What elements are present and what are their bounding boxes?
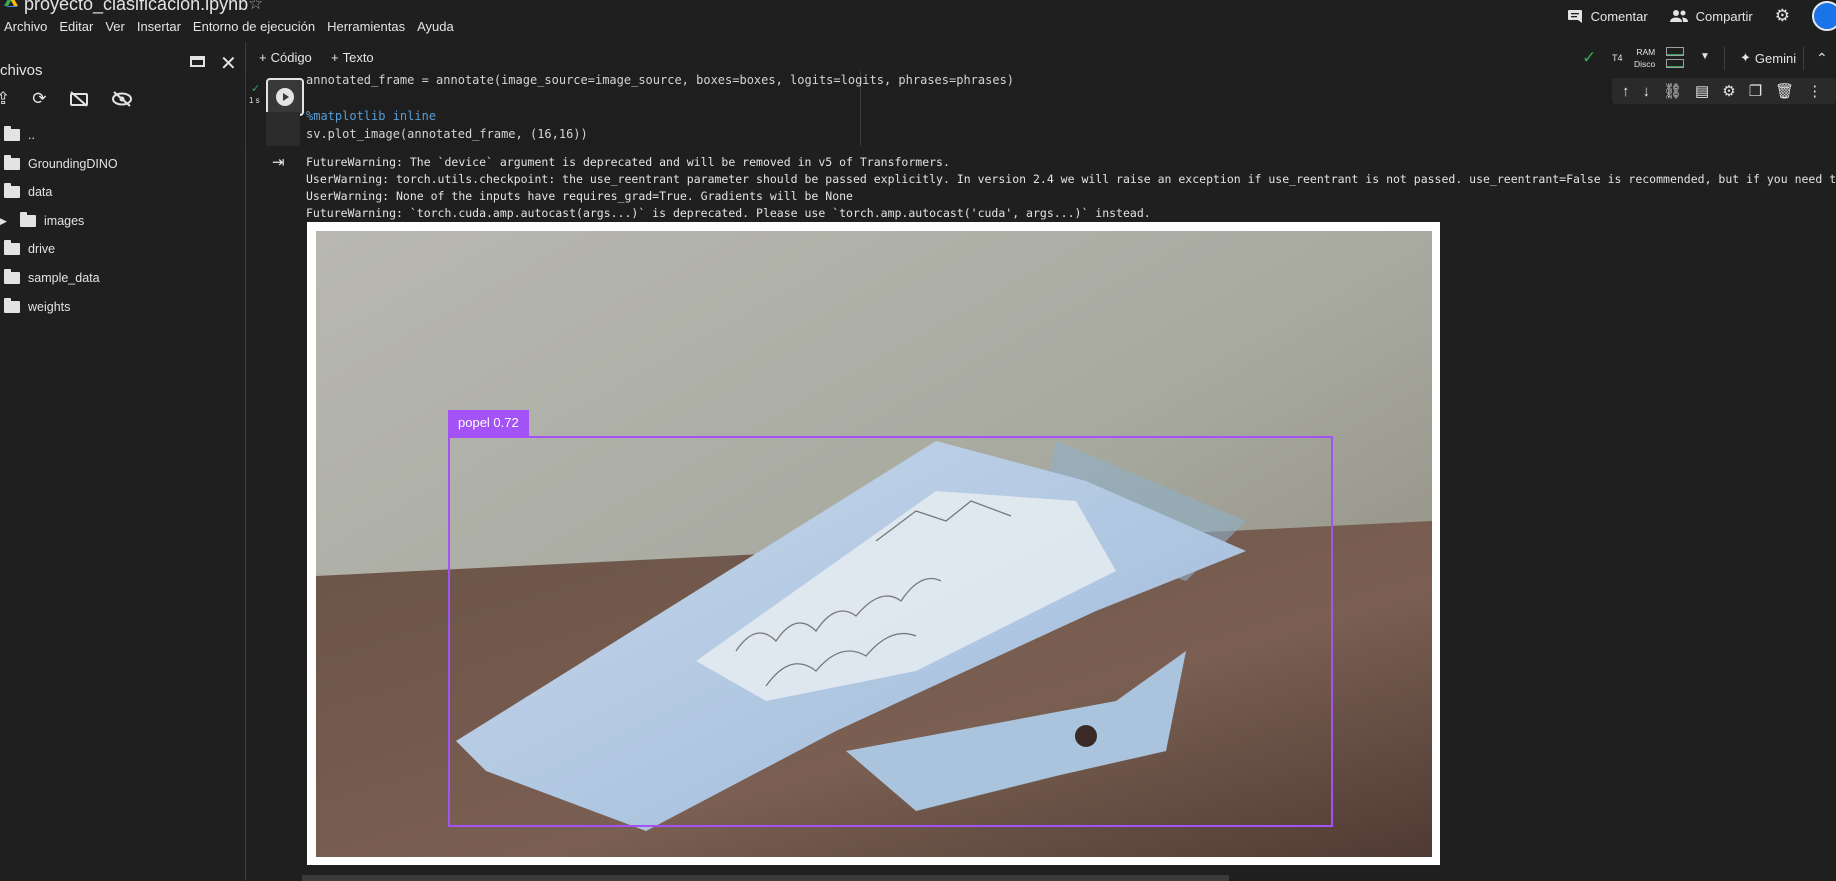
menu-ayuda[interactable]: Ayuda [417,19,454,34]
sidebar-toolbar: ⇪ ⟳ [0,89,133,109]
comment-icon[interactable]: ▤ [1695,82,1709,100]
eye-off-icon[interactable] [111,91,133,107]
tree-item-drive[interactable]: drive [4,238,55,260]
settings-button[interactable]: ⚙ [1775,6,1790,26]
folder-icon [4,240,20,255]
header-actions: Comentar Compartir ⚙ [1567,1,1836,31]
new-window-icon[interactable] [190,56,205,67]
disk-label: Disco [1634,59,1656,69]
tree-item-data[interactable]: data [4,181,52,203]
chevron-down-icon[interactable]: ▼ [1700,51,1710,62]
ram-bar [1666,47,1684,56]
refresh-icon[interactable]: ⟳ [32,89,46,109]
add-code-label: Código [270,50,312,65]
menu-entorno[interactable]: Entorno de ejecución [193,19,315,34]
folder-icon [20,212,36,227]
mirror-cell-icon[interactable]: ❐ [1749,82,1762,100]
plus-icon: + [331,50,339,65]
gemini-button[interactable]: ✦ Gemini [1740,50,1796,66]
divider [1803,46,1804,70]
resource-monitor[interactable]: RAM Disco [1634,46,1655,70]
play-icon [276,88,294,106]
hide-drive-icon[interactable] [69,91,89,107]
tree-item-groundingdino[interactable]: GroundingDINO [4,153,118,175]
notebook-title[interactable]: proyecto_clasificacion.ipynb [24,0,248,15]
gear-icon: ⚙ [1774,6,1790,25]
menu-ver[interactable]: Ver [105,19,125,34]
output-line: UserWarning: torch.utils.checkpoint: the… [306,172,1836,186]
delete-icon[interactable]: 🗑 [1775,82,1794,100]
comment-icon [1567,10,1582,23]
more-vert-icon[interactable]: ⋮ [1807,82,1822,100]
folder-icon [4,183,20,198]
code-editor[interactable]: annotated_frame = annotate(image_source=… [306,71,1015,146]
horizontal-scrollbar[interactable] [302,875,1229,881]
share-label: Compartir [1695,8,1753,24]
code-line: sv.plot_image(annotated_frame, (16,16)) [306,127,588,141]
tree-item-label: GroundingDINO [28,157,118,171]
add-text-button[interactable]: + Texto [331,50,374,65]
avatar[interactable] [1812,1,1836,31]
gemini-label: Gemini [1754,50,1797,66]
run-cell-button[interactable] [266,78,304,116]
add-code-button[interactable]: + Código [259,50,312,65]
sparkle-icon: ✦ [1740,50,1751,65]
runtime-type[interactable]: T4 [1612,53,1623,63]
tree-item-label: sample_data [28,271,100,285]
folder-icon [4,269,20,284]
sidebar-title: chivos [0,62,43,79]
plus-icon: + [259,50,267,65]
cell-output: FutureWarning: The `device` argument is … [306,154,1836,222]
tree-item-label: .. [28,128,35,142]
folder-icon [4,126,20,141]
cell-toolbar: ↑ ↓ ⛓ ▤ ⚙ ❐ 🗑 ⋮ [1612,78,1836,104]
code-line: %matplotlib inline [306,109,437,123]
menu-herramientas[interactable]: Herramientas [327,19,405,34]
drive-icon [4,0,18,7]
move-up-icon[interactable]: ↑ [1622,83,1630,100]
comment-button[interactable]: Comentar [1567,8,1648,24]
divider [1724,46,1725,70]
tree-item-label: images [44,214,85,228]
tree-item-weights[interactable]: weights [4,296,70,318]
tree-item-label: weights [28,300,71,314]
output-line: FutureWarning: The `device` argument is … [306,155,950,169]
chevron-up-icon[interactable]: ⌃ [1816,50,1828,67]
run-status-check-icon: ✓ [251,83,261,95]
tree-item-sample-data[interactable]: sample_data [4,267,100,289]
folder-icon [4,155,20,170]
star-icon[interactable]: ☆ [248,0,263,14]
tree-item-label: drive [28,242,56,256]
menu-bar: Archivo Editar Ver Insertar Entorno de e… [4,19,454,34]
tree-item-parent[interactable]: .. [4,124,35,146]
disk-bar [1666,59,1684,68]
menu-archivo[interactable]: Archivo [4,19,47,34]
link-icon[interactable]: ⛓ [1663,82,1682,100]
tree-item-images[interactable]: ▶ images [0,210,84,232]
code-line: annotated_frame = annotate(image_source=… [306,73,1015,87]
folder-icon [4,298,20,313]
upload-file-icon[interactable]: ⇪ [0,89,10,109]
ram-label: RAM [1636,47,1656,57]
menu-editar[interactable]: Editar [59,19,93,34]
tree-item-label: data [28,185,53,199]
output-line: UserWarning: None of the inputs have req… [306,189,853,203]
cell-gutter [266,112,300,146]
move-down-icon[interactable]: ↓ [1643,83,1651,100]
connected-check-icon: ✓ [1582,48,1597,67]
people-icon [1669,10,1688,22]
share-button[interactable]: Compartir [1669,8,1753,24]
comment-label: Comentar [1590,8,1648,24]
execution-time: 1 s [249,96,260,105]
close-icon[interactable]: ✕ [220,51,237,76]
menu-insertar[interactable]: Insertar [137,19,181,34]
add-text-label: Texto [342,50,374,65]
gear-icon[interactable]: ⚙ [1722,82,1735,100]
output-toggle-icon[interactable]: ⇥ [272,153,285,171]
detection-box [448,436,1333,827]
chevron-right-icon[interactable]: ▶ [0,216,7,227]
detection-label: popel 0.72 [448,410,529,436]
output-line: FutureWarning: `torch.cuda.amp.autocast(… [306,206,1151,220]
